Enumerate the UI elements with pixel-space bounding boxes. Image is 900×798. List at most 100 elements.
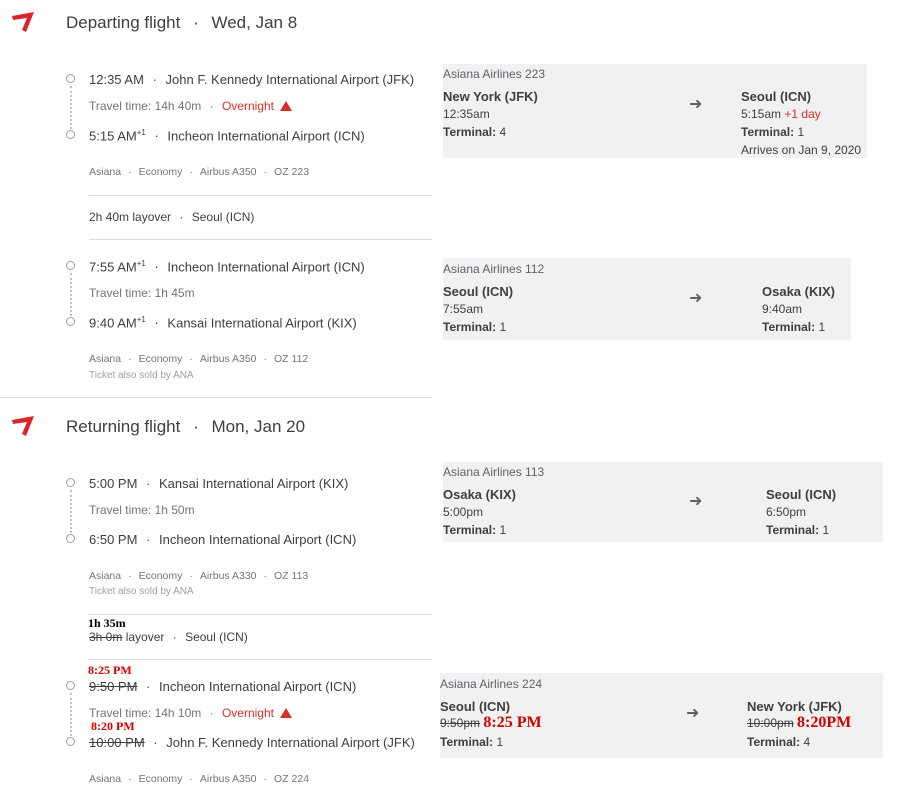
departure-time: 12:35 AM xyxy=(89,72,144,87)
card-from-city: Seoul (ICN) xyxy=(443,284,514,299)
card-from-time: 12:35am xyxy=(443,107,490,121)
card-to-time: 5:15am xyxy=(741,107,782,121)
day-offset: +1 xyxy=(136,259,146,268)
divider xyxy=(89,195,432,196)
card-from-terminal: Terminal: 1 xyxy=(443,523,506,537)
card-from-time: 5:00pm xyxy=(443,505,484,519)
meta-airline: Asiana xyxy=(89,353,122,365)
arrival-time-old: 10:00 PM xyxy=(89,735,145,750)
terminal-value: 1 xyxy=(818,320,826,334)
divider xyxy=(89,614,432,615)
card-from-terminal: Terminal: 1 xyxy=(440,735,503,749)
timeline-dot xyxy=(66,478,75,487)
handwritten-arrival-time: 8:20 PM xyxy=(91,719,135,733)
day-offset: +1 xyxy=(136,315,146,324)
meta-aircraft: Airbus A350 xyxy=(199,166,257,178)
timeline-line xyxy=(70,490,72,533)
sold-by-note: Ticket also sold by ANA xyxy=(89,370,194,381)
arrival-time: 6:50 PM xyxy=(89,532,138,547)
card-to-terminal: Terminal: 1 xyxy=(741,125,804,139)
card-from-time-old: 9:50pm xyxy=(440,716,481,730)
meta-aircraft: Airbus A330 xyxy=(199,570,257,582)
day-offset: +1 day xyxy=(784,107,821,121)
meta-flight-number: OZ 224 xyxy=(274,773,310,785)
arrival-airport: John F. Kennedy International Airport (J… xyxy=(166,735,415,750)
layover-suffix: layover xyxy=(125,630,165,644)
meta-class: Economy xyxy=(138,353,183,365)
card-to-city: Osaka (KIX) xyxy=(762,284,835,299)
departure-time: 7:55 AM xyxy=(89,259,137,275)
arrow-right-icon: ➜ xyxy=(686,705,700,722)
arrival-airport: Kansai International Airport (KIX) xyxy=(167,315,357,331)
travel-time-row: Travel time: 14h 40m · Overnight xyxy=(89,99,293,113)
arrival-row: 10:00 PM · John F. Kennedy International… xyxy=(89,735,415,750)
overnight-label: Overnight xyxy=(221,706,274,720)
card-from-city: New York (JFK) xyxy=(443,89,538,104)
warning-icon xyxy=(280,101,293,111)
flight-meta: Asiana · Economy · Airbus A330 · OZ 113 xyxy=(89,570,309,582)
returning-date: Mon, Jan 20 xyxy=(211,417,306,436)
arrival-row: 6:50 PM · Incheon International Airport … xyxy=(89,532,357,547)
meta-aircraft: Airbus A350 xyxy=(199,353,257,365)
handwritten-layover: 1h 35m xyxy=(88,616,126,630)
arrival-airport: Incheon International Airport (ICN) xyxy=(167,128,365,144)
arrow-right-icon: ➜ xyxy=(689,96,703,113)
card-to-terminal: Terminal: 4 xyxy=(747,735,810,749)
terminal-label: Terminal: xyxy=(762,320,816,334)
terminal-value: 1 xyxy=(499,523,507,537)
terminal-label: Terminal: xyxy=(443,320,497,334)
terminal-value: 1 xyxy=(496,735,504,749)
terminal-value: 4 xyxy=(499,125,507,139)
arrow-right-icon: ➜ xyxy=(689,290,703,307)
card-airline: Asiana Airlines 224 xyxy=(440,677,543,691)
card-to-city: New York (JFK) xyxy=(747,699,842,714)
terminal-label: Terminal: xyxy=(443,523,497,537)
flight-meta: Asiana · Economy · Airbus A350 · OZ 223 xyxy=(89,166,310,178)
layover-old-duration: 3h 0m xyxy=(89,630,123,644)
card-to-time-old: 10:00pm xyxy=(747,716,794,730)
timeline-dot xyxy=(66,130,75,139)
timeline-line xyxy=(70,86,72,129)
arrival-time: 9:40 AM xyxy=(89,315,137,331)
meta-flight-number: OZ 223 xyxy=(274,166,310,178)
meta-class: Economy xyxy=(138,166,183,178)
card-airline: Asiana Airlines 112 xyxy=(443,262,545,276)
card-to-time: 6:50pm xyxy=(766,505,807,519)
departure-time-old: 9:50 PM xyxy=(89,679,138,694)
card-from-city: Seoul (ICN) xyxy=(440,699,511,714)
layover-place: Seoul (ICN) xyxy=(185,630,248,644)
departure-row: 12:35 AM · John F. Kennedy International… xyxy=(89,72,415,87)
timeline-line xyxy=(70,273,72,316)
terminal-value: 4 xyxy=(803,735,811,749)
returning-header: Returning flight · Mon, Jan 20 xyxy=(66,417,306,436)
card-airline: Asiana Airlines 113 xyxy=(443,465,545,479)
meta-airline: Asiana xyxy=(89,570,122,582)
card-to-city: Seoul (ICN) xyxy=(741,89,812,104)
terminal-value: 1 xyxy=(499,320,507,334)
timeline-dot xyxy=(66,737,75,746)
arrival-row: 9:40 AM+1 · Kansai International Airport… xyxy=(89,315,357,331)
layover-row: 2h 40m layover · Seoul (ICN) xyxy=(89,210,255,224)
card-to-city: Seoul (ICN) xyxy=(766,487,837,502)
travel-time: Travel time: 1h 50m xyxy=(89,503,195,517)
divider xyxy=(89,659,432,660)
travel-time: Travel time: 14h 40m xyxy=(89,99,202,113)
meta-aircraft: Airbus A350 xyxy=(199,773,257,785)
card-to-terminal: Terminal: 1 xyxy=(766,523,829,537)
departure-airport: Incheon International Airport (ICN) xyxy=(167,259,365,275)
timeline-line xyxy=(70,693,72,736)
timeline-dot xyxy=(66,681,75,690)
card-to-time: 9:40am xyxy=(762,302,803,316)
terminal-label: Terminal: xyxy=(766,523,820,537)
card-to-terminal: Terminal: 1 xyxy=(762,320,825,334)
handwritten-departure-time: 8:25 PM xyxy=(88,663,132,677)
flight-meta: Asiana · Economy · Airbus A350 · OZ 224 xyxy=(89,773,310,785)
departing-header: Departing flight · Wed, Jan 8 xyxy=(66,13,298,32)
departure-row: 7:55 AM+1 · Incheon International Airpor… xyxy=(89,259,365,275)
meta-airline: Asiana xyxy=(89,166,122,178)
departure-row: 5:00 PM · Kansai International Airport (… xyxy=(89,476,349,491)
arrival-airport: Incheon International Airport (ICN) xyxy=(159,532,357,547)
meta-flight-number: OZ 112 xyxy=(274,353,309,365)
travel-time: Travel time: 14h 10m xyxy=(89,706,202,720)
card-to-time-row: 10:00pm 8:20PM xyxy=(747,714,851,732)
